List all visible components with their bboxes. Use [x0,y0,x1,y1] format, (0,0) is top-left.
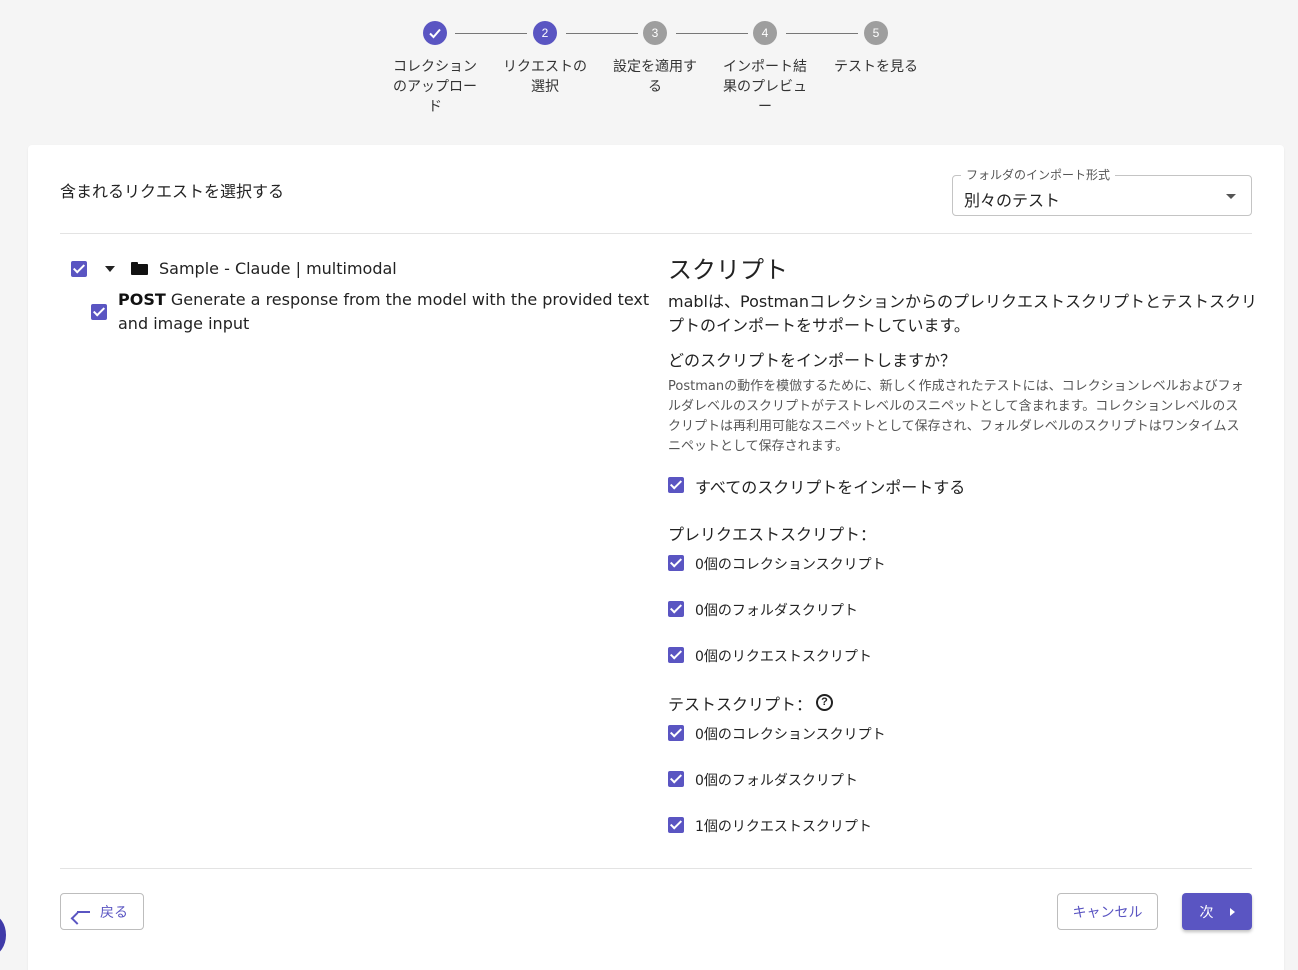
collection-checkbox[interactable] [71,261,87,277]
step-4: 4 インポート結果のプレビュー [710,20,820,117]
pre-request-title: プレリクエストスクリプト： [668,525,877,544]
caret-down-icon [1226,194,1236,199]
test-request-label: 1個のリクエストスクリプト [695,819,872,835]
import-format-label: フォルダのインポート形式 [961,168,1116,182]
back-button[interactable]: 戻る [60,893,144,930]
step-label: 設定を適用する [613,59,697,95]
step-label: コレクションのアップロード [393,59,477,115]
pre-request-collection-checkbox[interactable] [668,555,684,571]
step-3: 3 設定を適用する [600,20,710,97]
step-number: 4 [753,21,777,45]
step-5: 5 テストを見る [821,20,931,77]
scripts-note: Postmanの動作を模倣するために、新しく作成されたテストには、コレクションレ… [668,379,1244,454]
collection-name: Sample - Claude | multimodal [159,259,397,278]
request-method: POST [118,290,166,309]
step-label: リクエストの選択 [503,59,587,95]
import-format-value: 別々のテスト [964,191,1061,210]
request-name: Generate a response from the model with … [118,290,650,333]
step-number: 2 [533,21,557,45]
pre-request-folder-checkbox[interactable] [668,601,684,617]
pre-request-folder-label: 0個のフォルダスクリプト [695,603,858,619]
back-button-label: 戻る [100,904,128,921]
pre-request-request-checkbox[interactable] [668,647,684,663]
divider [60,233,1252,234]
arrow-left-icon [70,905,90,925]
check-icon [423,21,447,45]
step-1: コレクションのアップロード [380,20,490,117]
test-collection-checkbox[interactable] [668,725,684,741]
step-label: インポート結果のプレビュー [723,59,807,115]
scripts-description: mablは、Postmanコレクションからのプレリクエストスクリプトとテストスク… [668,292,1258,335]
test-collection-label: 0個のコレクションスクリプト [695,727,886,743]
pre-request-collection-label: 0個のコレクションスクリプト [695,557,886,573]
main-card: 含まれるリクエストを選択する フォルダのインポート形式 別々のテスト Sampl… [28,145,1284,970]
help-fab[interactable] [0,915,6,955]
import-all-checkbox[interactable] [668,477,684,493]
step-2: 2 リクエストの選択 [490,20,600,97]
request-checkbox[interactable] [91,304,107,320]
test-folder-label: 0個のフォルダスクリプト [695,773,858,789]
import-all-label: すべてのスクリプトをインポートする [695,478,966,497]
next-button[interactable]: 次 [1182,893,1252,930]
page-title: 含まれるリクエストを選択する [60,182,285,201]
test-request-checkbox[interactable] [668,817,684,833]
step-label: テストを見る [834,59,918,75]
test-folder-checkbox[interactable] [668,771,684,787]
scripts-title: スクリプト [668,256,788,284]
test-scripts-title: テストスクリプト： [668,695,813,714]
cancel-button-label: キャンセル [1072,904,1143,921]
chevron-right-icon [1229,907,1235,916]
help-icon[interactable]: ? [816,694,833,711]
divider [60,868,1252,869]
request-item: POST Generate a response from the model … [118,288,658,336]
folder-icon [131,262,148,275]
step-number: 5 [864,21,888,45]
scripts-question: どのスクリプトをインポートしますか？ [668,351,957,370]
caret-down-icon[interactable] [105,266,115,272]
stepper: コレクションのアップロード 2 リクエストの選択 3 設定を適用する 4 インポ… [380,20,940,130]
step-number: 3 [643,21,667,45]
pre-request-request-label: 0個のリクエストスクリプト [695,649,872,665]
import-format-select[interactable]: フォルダのインポート形式 別々のテスト [952,168,1252,216]
cancel-button[interactable]: キャンセル [1057,893,1158,930]
next-button-label: 次 [1199,904,1214,921]
